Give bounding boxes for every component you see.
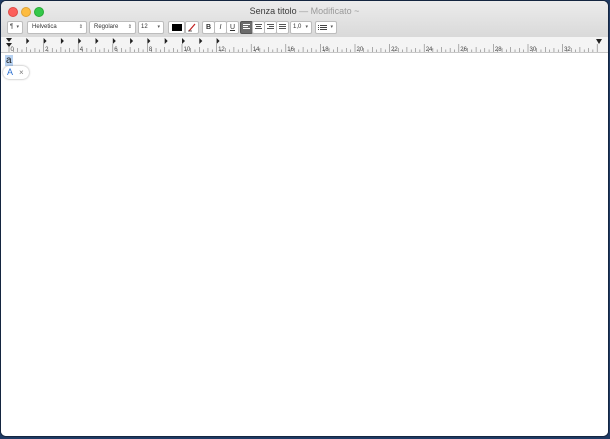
- font-style-popup[interactable]: Regolare ⇕: [89, 21, 136, 34]
- document-name: Senza titolo: [249, 6, 297, 16]
- align-justify-icon: [279, 24, 286, 29]
- ruler-label: 2: [45, 47, 49, 52]
- tab-stop-marker[interactable]: [112, 38, 116, 44]
- align-left-icon: [243, 24, 250, 29]
- paragraph-icon: ¶: [10, 24, 14, 30]
- ruler-label: 6: [114, 47, 118, 52]
- underline-button[interactable]: U: [226, 21, 239, 34]
- ruler-label: 8: [149, 47, 153, 52]
- titlebar: Senza titolo — Modificato ~ ¶ ▾ Helvetic…: [1, 1, 608, 38]
- ruler-label: 10: [184, 47, 191, 52]
- ruler-label: 24: [426, 47, 433, 52]
- ruler-scale: 0 2 4 6 8 10 12 14 16 18 20 22 24 26 28 30 32: [6, 38, 602, 52]
- tab-stop-marker[interactable]: [182, 38, 185, 44]
- tab-stop-marker[interactable]: [43, 38, 47, 44]
- ruler-label: 20: [357, 47, 364, 52]
- ruler-label: 4: [80, 47, 84, 52]
- ruler[interactable]: 0 2 4 6 8 10 12 14 16 18 20 22 24 26 28 30 32: [1, 37, 608, 53]
- list-style-popup[interactable]: ▾: [315, 21, 337, 34]
- tab-stop-marker[interactable]: [26, 38, 30, 44]
- tab-stop-marker[interactable]: [78, 38, 82, 44]
- window-title: Senza titolo — Modificato ~: [1, 6, 608, 17]
- paragraph-style-popup[interactable]: ¶ ▾: [7, 21, 23, 34]
- ruler-label: 12: [218, 47, 225, 52]
- highlighter-icon: [188, 23, 196, 32]
- updown-icon: ⇕: [78, 24, 83, 30]
- tab-stop-marker[interactable]: [164, 38, 168, 44]
- autocorrect-popup[interactable]: A ×: [3, 66, 29, 79]
- tab-stop-marker[interactable]: [199, 38, 203, 44]
- align-justify-button[interactable]: [276, 21, 289, 34]
- right-margin-marker[interactable]: [596, 39, 602, 44]
- left-indent-marker[interactable]: [6, 38, 12, 47]
- ruler-label: 30: [530, 47, 537, 52]
- modified-status[interactable]: — Modificato ~: [299, 6, 359, 16]
- chevron-down-icon: ▾: [16, 24, 19, 30]
- chevron-down-icon: ▾: [305, 24, 308, 30]
- updown-icon: ⇕: [127, 24, 132, 30]
- tab-stop-marker[interactable]: [216, 38, 220, 44]
- tab-stop-marker[interactable]: [60, 38, 64, 44]
- chevron-down-icon: ▾: [330, 24, 333, 30]
- font-style-value: Regolare: [94, 24, 119, 30]
- list-bullets-icon: [318, 25, 327, 30]
- text-color-swatch: [172, 24, 182, 31]
- ruler-label: 18: [322, 47, 329, 52]
- tab-stop-marker[interactable]: [147, 38, 151, 44]
- tab-stop-marker[interactable]: [95, 38, 99, 44]
- format-toolbar: ¶ ▾ Helvetica ⇕ Regolare ⇕ 12 ▾ B I U 1,…: [1, 20, 608, 36]
- text-color-well[interactable]: [168, 21, 185, 34]
- line-spacing-value: 1,0: [293, 24, 302, 30]
- ruler-label: 32: [564, 47, 571, 52]
- tab-stop-marker[interactable]: [130, 38, 134, 44]
- chevron-down-icon: ▾: [157, 24, 160, 30]
- ruler-label: 0: [11, 47, 15, 52]
- ruler-label: 14: [253, 47, 260, 52]
- selected-text[interactable]: a: [5, 55, 13, 66]
- font-size-value: 12: [141, 24, 148, 30]
- document-text-area[interactable]: a A ×: [1, 53, 608, 436]
- font-family-popup[interactable]: Helvetica ⇕: [27, 21, 87, 34]
- ruler-label: 26: [460, 47, 467, 52]
- close-icon[interactable]: ×: [19, 67, 24, 78]
- ruler-label: 22: [391, 47, 398, 52]
- ruler-label: 16: [287, 47, 294, 52]
- align-center-icon: [255, 24, 262, 29]
- font-size-combo[interactable]: 12 ▾: [138, 21, 164, 34]
- ruler-label: 28: [495, 47, 502, 52]
- line-spacing-popup[interactable]: 1,0 ▾: [290, 21, 312, 34]
- autocorrect-suggestion[interactable]: A: [7, 67, 13, 78]
- highlight-color-well[interactable]: [185, 21, 199, 34]
- font-family-value: Helvetica: [32, 24, 57, 30]
- align-right-icon: [267, 24, 274, 29]
- textedit-window: Senza titolo — Modificato ~ ¶ ▾ Helvetic…: [1, 1, 608, 436]
